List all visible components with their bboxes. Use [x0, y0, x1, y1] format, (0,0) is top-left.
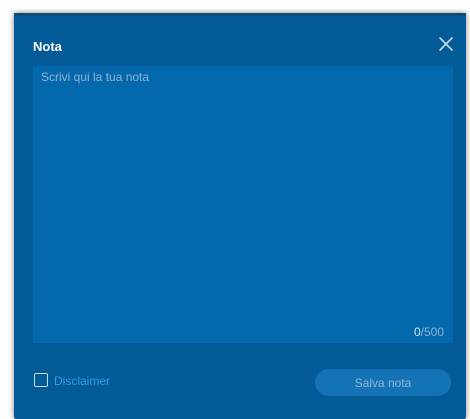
disclaimer-checkbox[interactable] — [34, 373, 48, 387]
character-count: 0 — [413, 325, 421, 339]
disclaimer-link[interactable]: Disclaimer — [54, 374, 110, 388]
note-field-container: 0/500 — [33, 66, 453, 343]
note-dialog: Nota 0/500 Disclaimer Salva nota — [14, 13, 466, 419]
dialog-top-edge — [14, 13, 466, 16]
close-button[interactable] — [437, 35, 455, 53]
close-icon — [439, 37, 453, 51]
note-textarea[interactable] — [33, 66, 453, 343]
character-counter: 0/500 — [414, 325, 444, 339]
character-limit: /500 — [420, 325, 444, 339]
dialog-title: Nota — [33, 39, 62, 54]
save-note-button[interactable]: Salva nota — [315, 369, 451, 396]
